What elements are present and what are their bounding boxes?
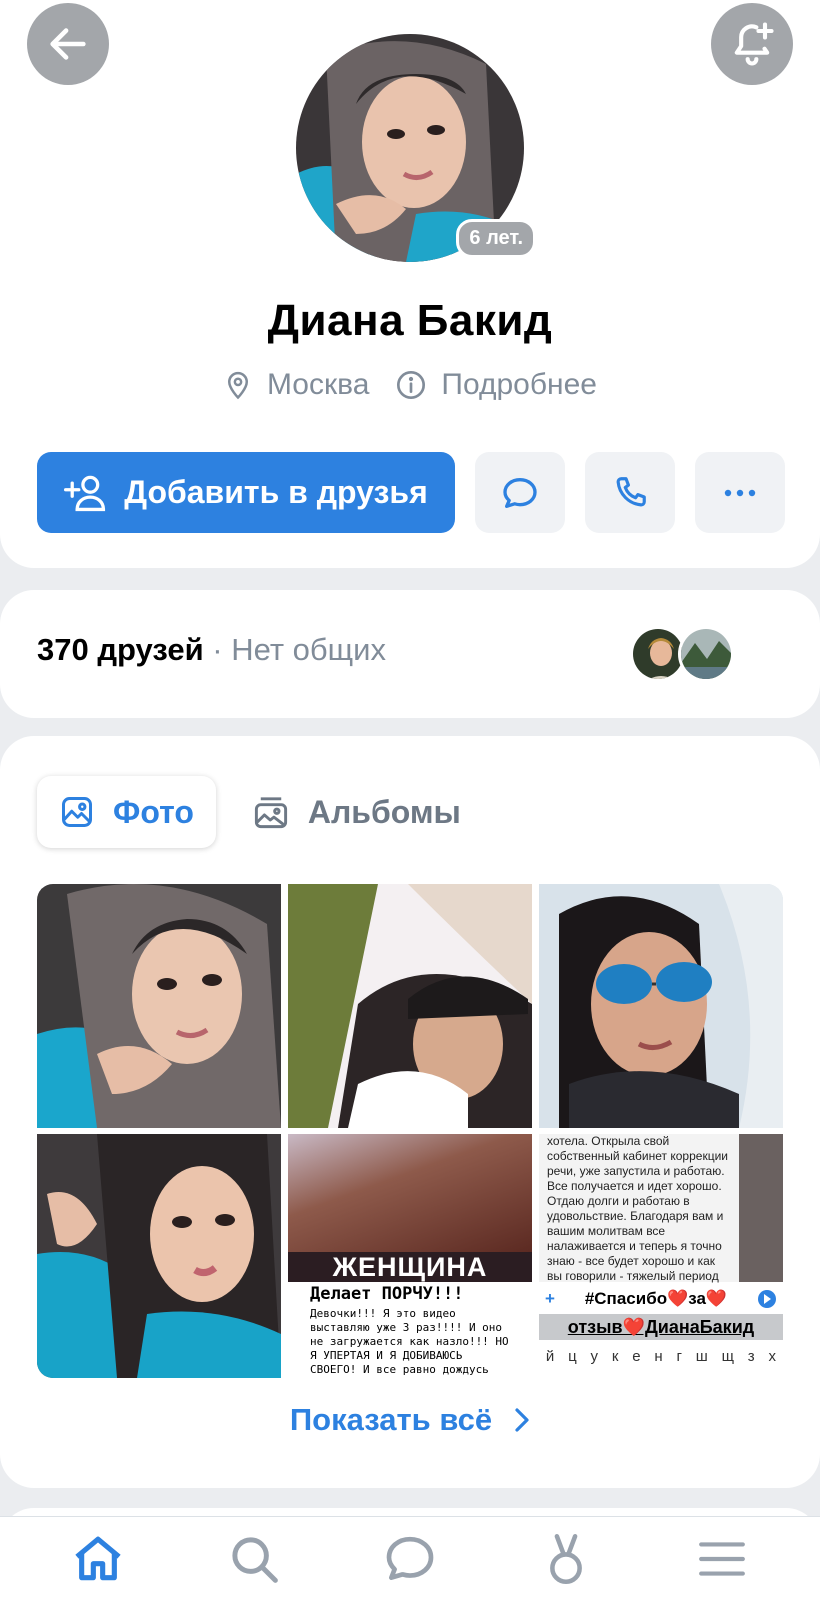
photo-caption-text: Девочки!!! Я это видео выставляю уже 3 р… (310, 1307, 509, 1378)
photo-caption-heading: Делает ПОРЧУ!!! (310, 1284, 464, 1304)
more-horizontal-icon (724, 489, 756, 496)
key: н (654, 1348, 663, 1365)
show-all-photos-button[interactable]: Показать всё (0, 1402, 820, 1438)
key: е (632, 1348, 641, 1365)
nav-home[interactable] (58, 1524, 138, 1594)
friends-card[interactable]: 370 друзей · Нет общих (0, 590, 820, 718)
tab-photos-label: Фото (113, 793, 194, 830)
photos-card: Фото Альбомы ЖЕНЩИНА Делает ПОРЧУ!!! Дев… (0, 736, 820, 1488)
photo-caption-band: ЖЕНЩИНА (288, 1252, 532, 1282)
bell-plus-icon (734, 22, 774, 66)
add-friend-button[interactable]: Добавить в друзья (37, 452, 455, 533)
search-icon (232, 1536, 278, 1583)
more-info-link[interactable]: Подробнее (395, 368, 597, 402)
clips-icon (550, 1533, 582, 1584)
nav-menu[interactable] (682, 1524, 762, 1594)
tab-photos[interactable]: Фото (37, 776, 216, 848)
profile-card: 6 лет. Диана Бакид Москва Подробнее Доба… (0, 0, 820, 568)
tab-albums[interactable]: Альбомы (252, 794, 461, 831)
friends-summary: 370 друзей · Нет общих (37, 632, 386, 668)
home-icon (75, 1536, 121, 1580)
messages-icon (386, 1536, 434, 1580)
back-button[interactable] (27, 3, 109, 85)
profile-actions: Добавить в друзья (37, 452, 785, 533)
key: к (611, 1348, 619, 1365)
key: у (590, 1348, 599, 1365)
more-button[interactable] (695, 452, 785, 533)
photo-thumbnail[interactable]: ЖЕНЩИНА Делает ПОРЧУ!!! Девочки!!! Я это… (288, 1134, 532, 1378)
info-icon (397, 371, 426, 399)
mutual-friends: · Нет общих (203, 632, 386, 667)
city-link[interactable]: Москва (223, 368, 369, 402)
photo-input-text: #Спасибо❤️за❤️ (584, 1289, 728, 1308)
phone-icon (616, 476, 646, 506)
tab-albums-label: Альбомы (307, 793, 461, 830)
add-friend-label: Добавить в друзья (124, 474, 428, 510)
menu-icon (699, 1541, 745, 1576)
nav-search[interactable] (214, 1524, 294, 1594)
photo-thumbnail[interactable] (37, 1134, 281, 1378)
message-icon (503, 477, 537, 508)
more-info-label: Подробнее (441, 368, 597, 401)
photo-image-area (288, 1134, 532, 1252)
profile-meta: Москва Подробнее (0, 368, 820, 402)
photo-thumbnail[interactable] (37, 884, 281, 1128)
key: щ (721, 1348, 734, 1365)
nav-clips[interactable] (526, 1524, 606, 1594)
photo-input-row: + #Спасибо❤️за❤️ (539, 1286, 783, 1312)
nav-messages[interactable] (370, 1524, 450, 1594)
photo-thumbnail[interactable] (539, 884, 783, 1128)
user-add-icon (64, 475, 106, 511)
key: з (747, 1348, 755, 1365)
profile-name: Диана Бакид (267, 296, 553, 345)
photo-tabs: Фото Альбомы (37, 776, 461, 848)
show-all-label: Показать всё (289, 1402, 493, 1437)
location-pin-icon (227, 371, 248, 400)
photo-grid: ЖЕНЩИНА Делает ПОРЧУ!!! Девочки!!! Я это… (37, 884, 783, 1378)
plus-icon: + (545, 1289, 555, 1308)
key: ц (568, 1348, 577, 1365)
image-icon (62, 797, 92, 827)
city-label: Москва (266, 368, 370, 401)
friends-avatars (630, 626, 734, 682)
chevron-right-icon (515, 1408, 529, 1432)
bottom-navigation (0, 1516, 820, 1600)
photo-keyboard-row: й ц у к е н г ш щ з х (539, 1348, 783, 1378)
age-badge: 6 лет. (456, 219, 536, 258)
key: ш (695, 1348, 708, 1365)
call-button[interactable] (585, 452, 675, 533)
photo-caption-body: Делает ПОРЧУ!!! Девочки!!! Я это видео в… (288, 1282, 532, 1378)
message-button[interactable] (475, 452, 565, 533)
send-icon (757, 1290, 776, 1308)
key: й (545, 1348, 555, 1365)
friend-avatar (678, 626, 734, 682)
friends-count: 370 друзей (37, 632, 204, 667)
key: х (768, 1348, 776, 1365)
subscribe-notifications-button[interactable] (711, 3, 793, 85)
profile-avatar[interactable]: 6 лет. (296, 34, 536, 262)
albums-icon (254, 797, 287, 829)
photo-thumbnail[interactable]: хотела. Открыла свой собственный кабинет… (539, 1134, 783, 1378)
photo-thumbnail[interactable] (288, 884, 532, 1128)
arrow-left-icon (50, 28, 86, 60)
key: г (676, 1348, 682, 1365)
photo-message-text: хотела. Открыла свой собственный кабинет… (539, 1134, 739, 1283)
photo-hashtag: отзыв❤️ДианаБакид (539, 1314, 783, 1340)
photo-side-image (739, 1134, 783, 1282)
